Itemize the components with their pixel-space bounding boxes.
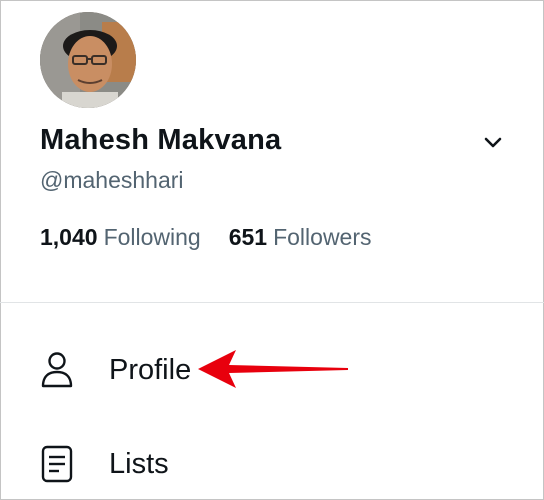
avatar[interactable] (40, 12, 136, 108)
follow-stats: 1,040 Following 651 Followers (40, 224, 372, 251)
followers-count: 651 (228, 224, 268, 250)
following-stat[interactable]: 1,040 Following (40, 224, 201, 251)
display-name[interactable]: Mahesh Makvana (40, 124, 281, 157)
list-icon (40, 444, 80, 484)
avatar-photo (40, 12, 136, 108)
following-count: 1,040 (40, 224, 98, 250)
followers-label: Followers (273, 224, 372, 250)
red-arrow-annotation (198, 350, 348, 388)
section-divider (0, 302, 544, 303)
menu-item-profile[interactable]: Profile (40, 348, 191, 392)
menu-item-label: Lists (109, 447, 169, 480)
chevron-down-icon[interactable] (480, 130, 506, 156)
username-handle: @maheshhari (40, 167, 184, 193)
menu-item-lists[interactable]: Lists (40, 442, 169, 486)
followers-stat[interactable]: 651 Followers (229, 224, 372, 251)
person-icon (40, 350, 80, 390)
following-label: Following (103, 224, 201, 250)
menu-item-label: Profile (109, 353, 192, 386)
